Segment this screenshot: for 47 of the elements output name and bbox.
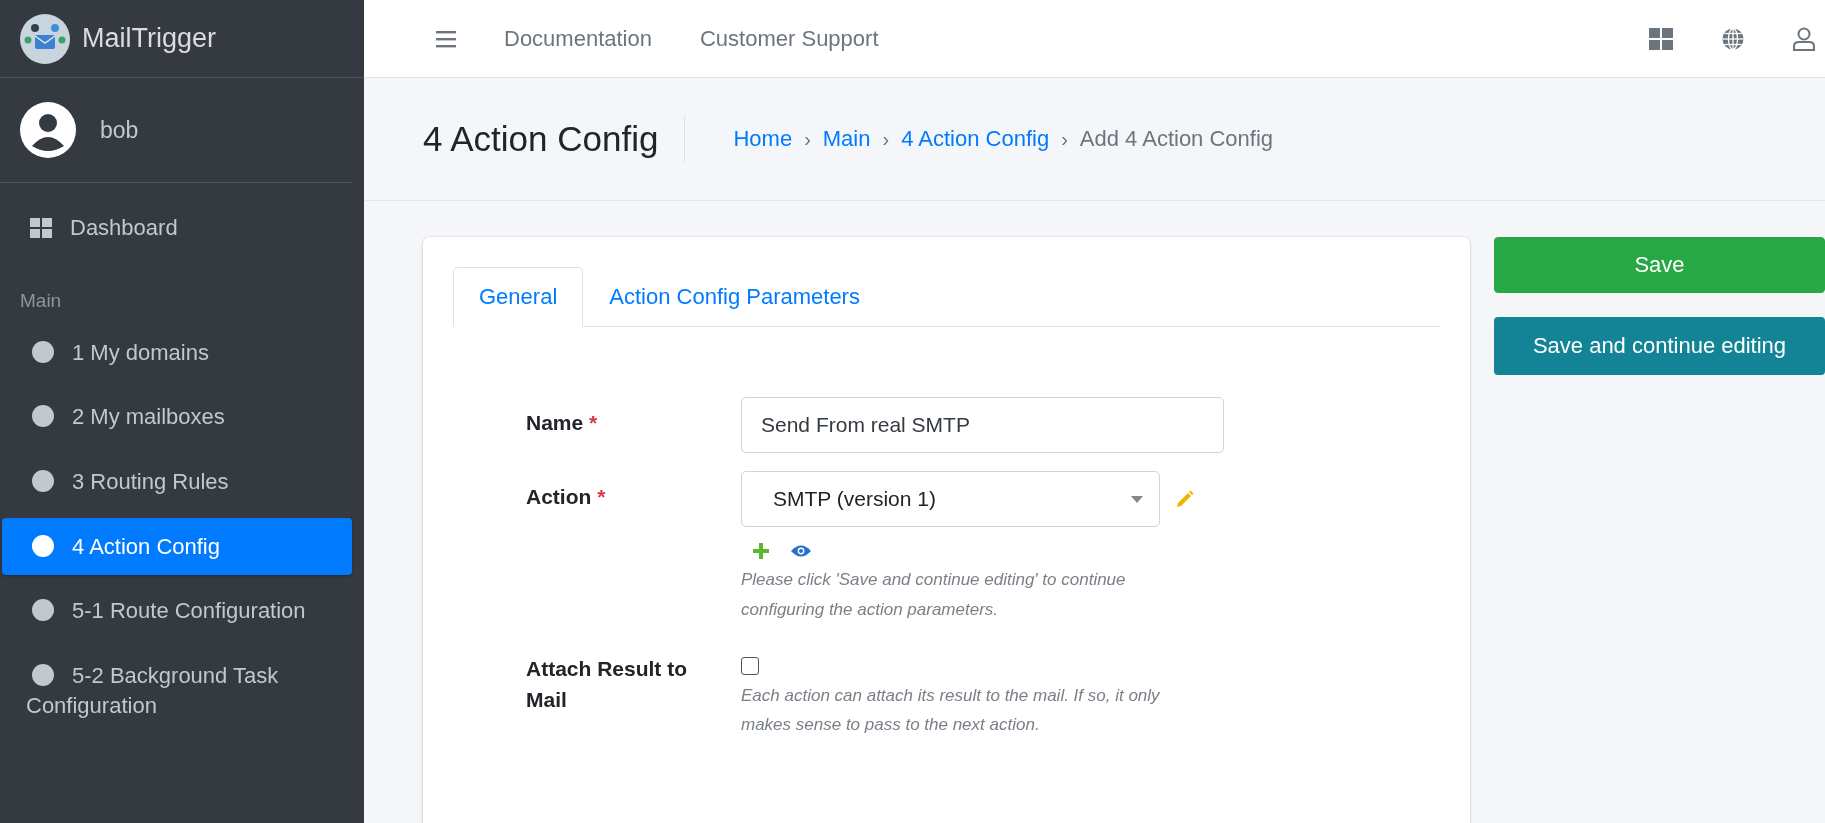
field-label: Attach Result to Mail <box>526 655 688 713</box>
name-input[interactable]: Send From real SMTP <box>741 397 1224 453</box>
breadcrumb-separator: › <box>1061 127 1068 151</box>
circle-icon <box>32 599 54 622</box>
circle-icon <box>32 405 54 428</box>
sidebar-item[interactable]: 5-1 Route Configuration <box>2 582 352 641</box>
grid-icon[interactable] <box>1649 27 1673 50</box>
sidebar-item[interactable]: 3 Routing Rules <box>2 453 352 511</box>
globe-icon[interactable] <box>1721 26 1745 51</box>
sidebar-item[interactable]: 1 My domains <box>2 323 352 382</box>
help-text: Each action can attach its result to the mail. If so, it only makes sense to pass to the next action. <box>741 684 1161 737</box>
user-name[interactable]: bob <box>100 116 139 144</box>
user-icon[interactable] <box>1793 26 1815 51</box>
breadcrumb-link[interactable]: Home <box>733 126 793 152</box>
sidebar-item[interactable]: 4 Action Config <box>2 517 352 576</box>
field-label: Name * <box>526 410 599 436</box>
breadcrumb-link[interactable]: Main <box>822 126 871 152</box>
action-select[interactable]: SMTP (version 1) <box>741 471 1160 527</box>
save-button[interactable]: Save and continue editing <box>1494 317 1825 375</box>
breadcrumb-current: Add 4 Action Config <box>1079 126 1274 152</box>
page-title: 4 Action Config <box>423 119 659 159</box>
eye-icon[interactable] <box>791 544 811 558</box>
caret-icon <box>1131 495 1143 503</box>
circle-icon <box>32 534 54 557</box>
circle-icon <box>32 470 54 493</box>
sidebar-item[interactable]: Dashboard <box>2 199 352 257</box>
nav-link[interactable]: Customer Support <box>700 25 879 52</box>
avatar-icon <box>20 102 76 158</box>
tab[interactable]: General <box>453 267 584 327</box>
breadcrumb-link[interactable]: 4 Action Config <box>901 126 1050 152</box>
sidebar-item[interactable]: 5-2 Background Task Configuration <box>2 647 352 735</box>
brand-name[interactable]: MailTrigger <box>82 23 217 54</box>
logo-icon <box>20 13 70 64</box>
sidebar-item[interactable]: 2 My mailboxes <box>2 388 352 447</box>
plus-icon[interactable] <box>753 543 769 559</box>
help-text: Please click 'Save and continue editing' to continue configuring the action parameters. <box>741 569 1127 621</box>
checkbox[interactable] <box>741 656 759 675</box>
breadcrumb-separator: › <box>804 127 811 151</box>
menu-icon[interactable] <box>436 29 456 48</box>
nav-link[interactable]: Documentation <box>504 25 652 52</box>
dashboard-icon <box>30 217 52 238</box>
circle-icon <box>32 664 54 687</box>
circle-icon <box>32 340 54 363</box>
tab[interactable]: Action Config Parameters <box>583 267 886 327</box>
breadcrumb-separator: › <box>882 127 890 151</box>
nav-section-header: Main <box>19 288 63 313</box>
field-label: Action * <box>526 484 607 510</box>
